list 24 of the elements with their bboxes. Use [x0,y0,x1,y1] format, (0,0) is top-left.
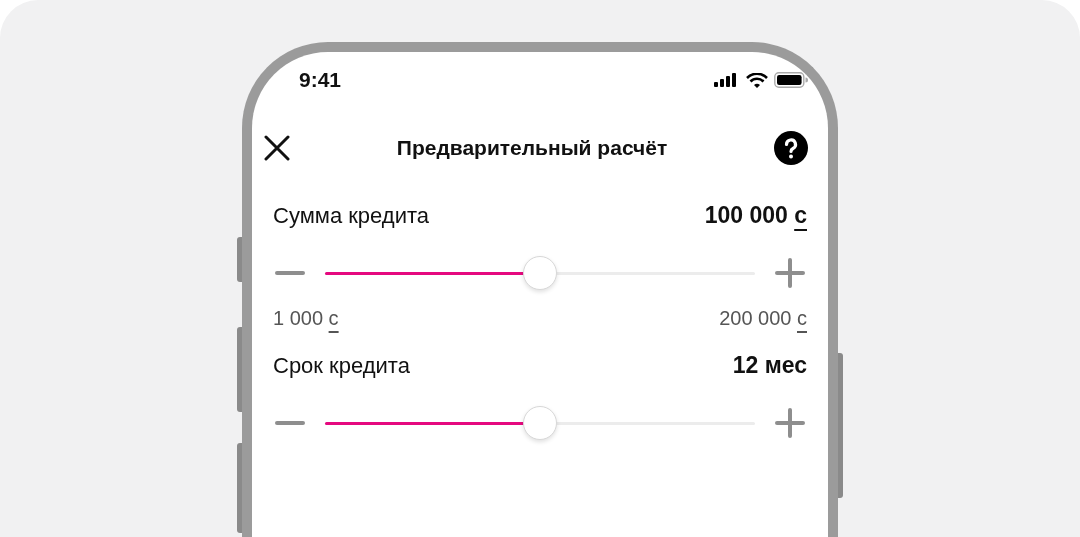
slider-label: Срок кредита [273,353,410,379]
wifi-icon [746,72,768,88]
help-button[interactable] [774,131,808,165]
close-button[interactable] [264,135,290,161]
max-value: 200 000 с [719,307,807,330]
plus-icon [775,408,805,438]
increase-button[interactable] [773,258,807,288]
slider-label: Сумма кредита [273,203,430,229]
decrease-button[interactable] [273,271,307,275]
slider-value: 12 мес [732,352,807,379]
plus-icon [775,258,805,288]
increase-button[interactable] [773,408,807,438]
screen-title: Предварительный расчёт [396,136,668,160]
help-icon [774,131,808,165]
decrease-button[interactable] [273,421,307,425]
minus-icon [275,421,305,425]
slider-thumb[interactable] [523,405,557,440]
minus-icon [275,271,305,275]
status-time: 9:41 [299,68,342,92]
slider-value: 100 000 с [704,202,807,229]
min-value: 1 000 с [273,307,339,330]
slider-thumb[interactable] [523,255,557,290]
close-icon [264,135,290,161]
battery-icon [774,72,808,88]
